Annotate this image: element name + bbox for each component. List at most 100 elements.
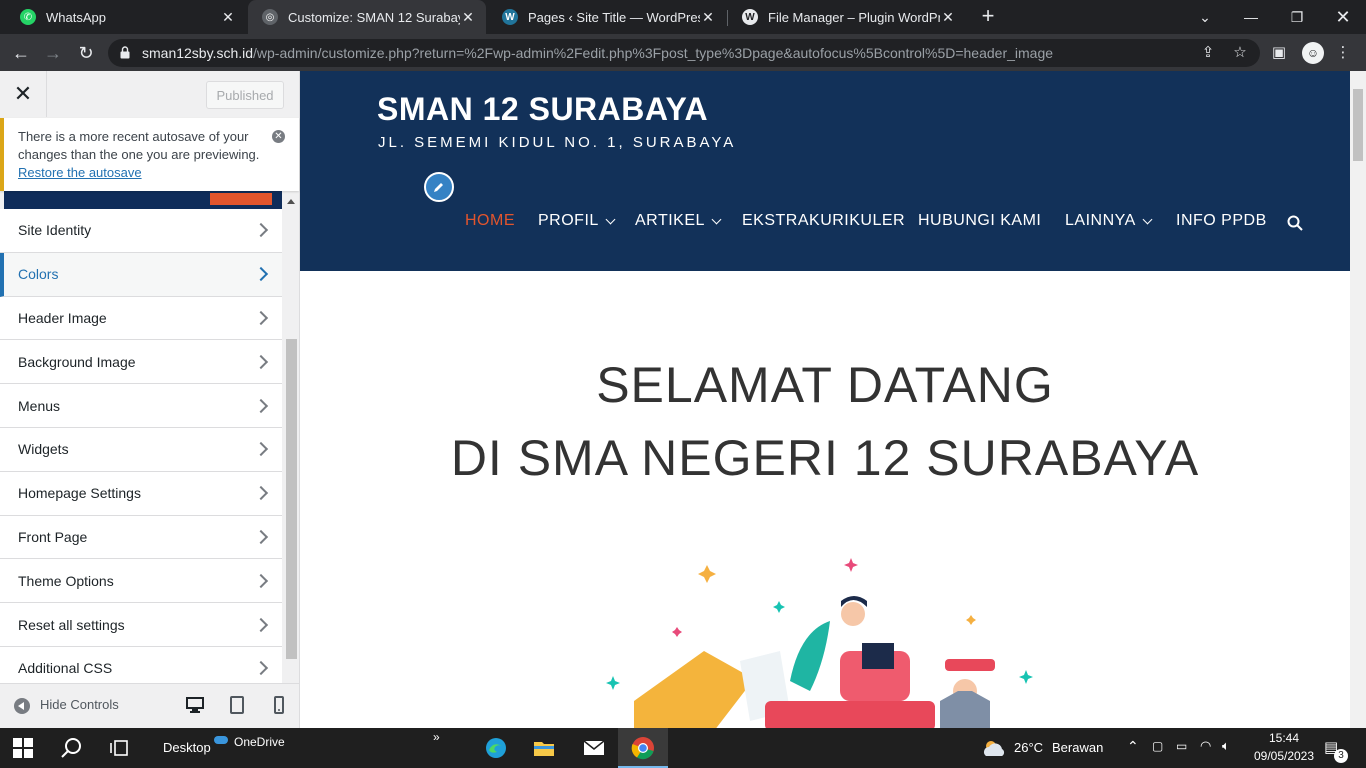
menu-label: ARTIKEL <box>635 212 705 229</box>
close-window-button[interactable]: ✕ <box>1320 0 1366 34</box>
menu-label: EKSTRAKURIKULER <box>742 212 906 229</box>
hero-heading-line1: SELAMAT DATANG <box>596 357 1054 413</box>
tab-customize[interactable]: ◎ Customize: SMAN 12 Surabaya – ✕ <box>248 0 486 34</box>
site-preview: SMAN 12 SURABAYA JL. SEMEMI KIDUL NO. 1,… <box>300 71 1350 728</box>
chevron-right-icon <box>253 661 269 676</box>
hide-controls-icon[interactable] <box>14 698 30 714</box>
edge-browser-icon[interactable] <box>484 736 508 760</box>
minimize-button[interactable]: — <box>1228 0 1274 34</box>
search-icon[interactable] <box>1287 215 1303 231</box>
chrome-menu-icon[interactable]: ⋮ <box>1334 44 1352 62</box>
reload-button[interactable]: ↻ <box>73 40 99 66</box>
tab-whatsapp[interactable]: ✆ WhatsApp ✕ <box>6 0 246 34</box>
restore-button[interactable]: ❐ <box>1274 0 1320 34</box>
preview-scrollbar[interactable] <box>1350 71 1366 728</box>
section-colors[interactable]: Colors <box>0 252 282 297</box>
chevron-right-icon <box>253 529 269 545</box>
published-button[interactable]: Published <box>206 81 284 109</box>
tab-file-manager[interactable]: W File Manager – Plugin WordPress ✕ <box>728 0 966 34</box>
section-theme-options[interactable]: Theme Options <box>0 559 282 604</box>
weather-description[interactable]: Berawan <box>1052 740 1103 755</box>
section-label: Homepage Settings <box>18 485 141 502</box>
scrollbar-thumb[interactable] <box>286 339 297 659</box>
toolbar-overflow-icon[interactable]: » <box>433 730 440 744</box>
close-tab-icon[interactable]: ✕ <box>220 9 236 26</box>
section-site-identity[interactable]: Site Identity <box>0 209 282 253</box>
clock-time[interactable]: 15:44 <box>1262 731 1306 745</box>
weather-temperature[interactable]: 26°C <box>1014 740 1043 755</box>
menu-item-home[interactable]: HOME <box>465 212 515 230</box>
weather-cloudy-icon[interactable] <box>980 736 1008 760</box>
section-label: Theme Options <box>18 572 114 589</box>
onedrive-label[interactable]: OneDrive <box>234 735 285 749</box>
battery-icon[interactable]: ▭ <box>1176 739 1187 753</box>
chevron-down-icon <box>1142 214 1153 224</box>
scroll-up-icon[interactable] <box>287 199 295 204</box>
restore-autosave-link[interactable]: Restore the autosave <box>18 165 142 180</box>
lock-icon[interactable] <box>120 46 130 59</box>
bookmark-star-icon[interactable]: ☆ <box>1231 44 1249 62</box>
menu-item-hubungi-kami[interactable]: HUBUNGI KAMI <box>918 212 1041 230</box>
change-theme-button[interactable] <box>210 193 272 205</box>
side-panel-icon[interactable]: ▣ <box>1270 44 1288 62</box>
back-button[interactable]: ← <box>8 40 34 66</box>
menu-label: HUBUNGI KAMI <box>918 212 1042 229</box>
customizer-sidebar: ✕ Published There is a more recent autos… <box>0 71 300 728</box>
section-widgets[interactable]: Widgets <box>0 427 282 472</box>
windows-start-icon[interactable] <box>13 738 33 758</box>
section-label: Reset all settings <box>18 616 125 633</box>
scrollbar-thumb[interactable] <box>1353 89 1363 161</box>
meet-now-icon[interactable]: ▢ <box>1152 739 1163 753</box>
new-tab-button[interactable]: + <box>976 4 1000 28</box>
menu-item-info-ppdb[interactable]: INFO PPDB <box>1176 212 1267 230</box>
dismiss-notice-icon[interactable]: ✕ <box>272 130 285 143</box>
profile-avatar[interactable]: ☺ <box>1302 42 1324 64</box>
site-title[interactable]: SMAN 12 SURABAYA <box>377 91 708 128</box>
tab-title: Pages ‹ Site Title — WordPress.co <box>528 9 700 25</box>
menu-item-lainnya[interactable]: LAINNYA <box>1065 212 1153 230</box>
close-tab-icon[interactable]: ✕ <box>940 9 956 26</box>
section-label: Site Identity <box>18 222 92 239</box>
address-bar[interactable]: sman12sby.sch.id/wp-admin/customize.php?… <box>108 39 1260 67</box>
hide-controls-button[interactable]: Hide Controls <box>40 697 119 712</box>
close-customizer-button[interactable]: ✕ <box>0 71 47 117</box>
search-icon[interactable] <box>60 736 84 760</box>
section-menus[interactable]: Menus <box>0 384 282 428</box>
task-view-icon[interactable] <box>108 736 132 760</box>
forward-button[interactable]: → <box>40 40 66 66</box>
customizer-header: ✕ Published <box>0 71 299 119</box>
theme-info-strip <box>4 189 282 209</box>
chrome-taskbar-button[interactable] <box>618 728 668 768</box>
menu-item-artikel[interactable]: ARTIKEL <box>635 212 722 230</box>
wifi-icon[interactable]: ◠ <box>1200 738 1211 754</box>
mobile-preview-icon[interactable] <box>270 696 288 714</box>
mail-icon[interactable] <box>582 736 606 760</box>
file-explorer-icon[interactable] <box>532 736 556 760</box>
tablet-preview-icon[interactable] <box>228 696 246 714</box>
sidebar-scrollbar[interactable] <box>284 193 299 695</box>
clock-date[interactable]: 09/05/2023 <box>1248 749 1320 763</box>
browser-toolbar: ← → ↻ sman12sby.sch.id/wp-admin/customiz… <box>0 34 1366 71</box>
section-front-page[interactable]: Front Page <box>0 515 282 560</box>
section-background-image[interactable]: Background Image <box>0 340 282 385</box>
tab-search-icon[interactable]: ⌄ <box>1182 0 1228 34</box>
section-header-image[interactable]: Header Image <box>0 296 282 341</box>
close-tab-icon[interactable]: ✕ <box>700 9 716 26</box>
tab-pages[interactable]: W Pages ‹ Site Title — WordPress.co ✕ <box>488 0 726 34</box>
section-reset-all-settings[interactable]: Reset all settings <box>0 603 282 647</box>
volume-icon[interactable]: 🔈︎ <box>1222 738 1230 754</box>
desktop-toolbar-label[interactable]: Desktop <box>163 740 211 755</box>
whatsapp-icon: ✆ <box>20 9 36 25</box>
section-label: Header Image <box>18 309 107 326</box>
close-tab-icon[interactable]: ✕ <box>460 9 476 26</box>
chevron-right-icon <box>253 267 269 282</box>
section-homepage-settings[interactable]: Homepage Settings <box>0 471 282 516</box>
menu-item-profil[interactable]: PROFIL <box>538 212 616 230</box>
desktop-preview-icon[interactable] <box>186 696 204 714</box>
chevron-down-icon <box>711 214 722 224</box>
edit-shortcut-pencil-icon[interactable] <box>424 172 454 202</box>
section-label: Background Image <box>18 353 136 370</box>
menu-item-ekstrakurikuler[interactable]: EKSTRAKURIKULER <box>742 212 905 230</box>
chevron-up-icon[interactable]: ⌃ <box>1127 738 1139 755</box>
share-icon[interactable]: ⇪ <box>1199 44 1217 62</box>
